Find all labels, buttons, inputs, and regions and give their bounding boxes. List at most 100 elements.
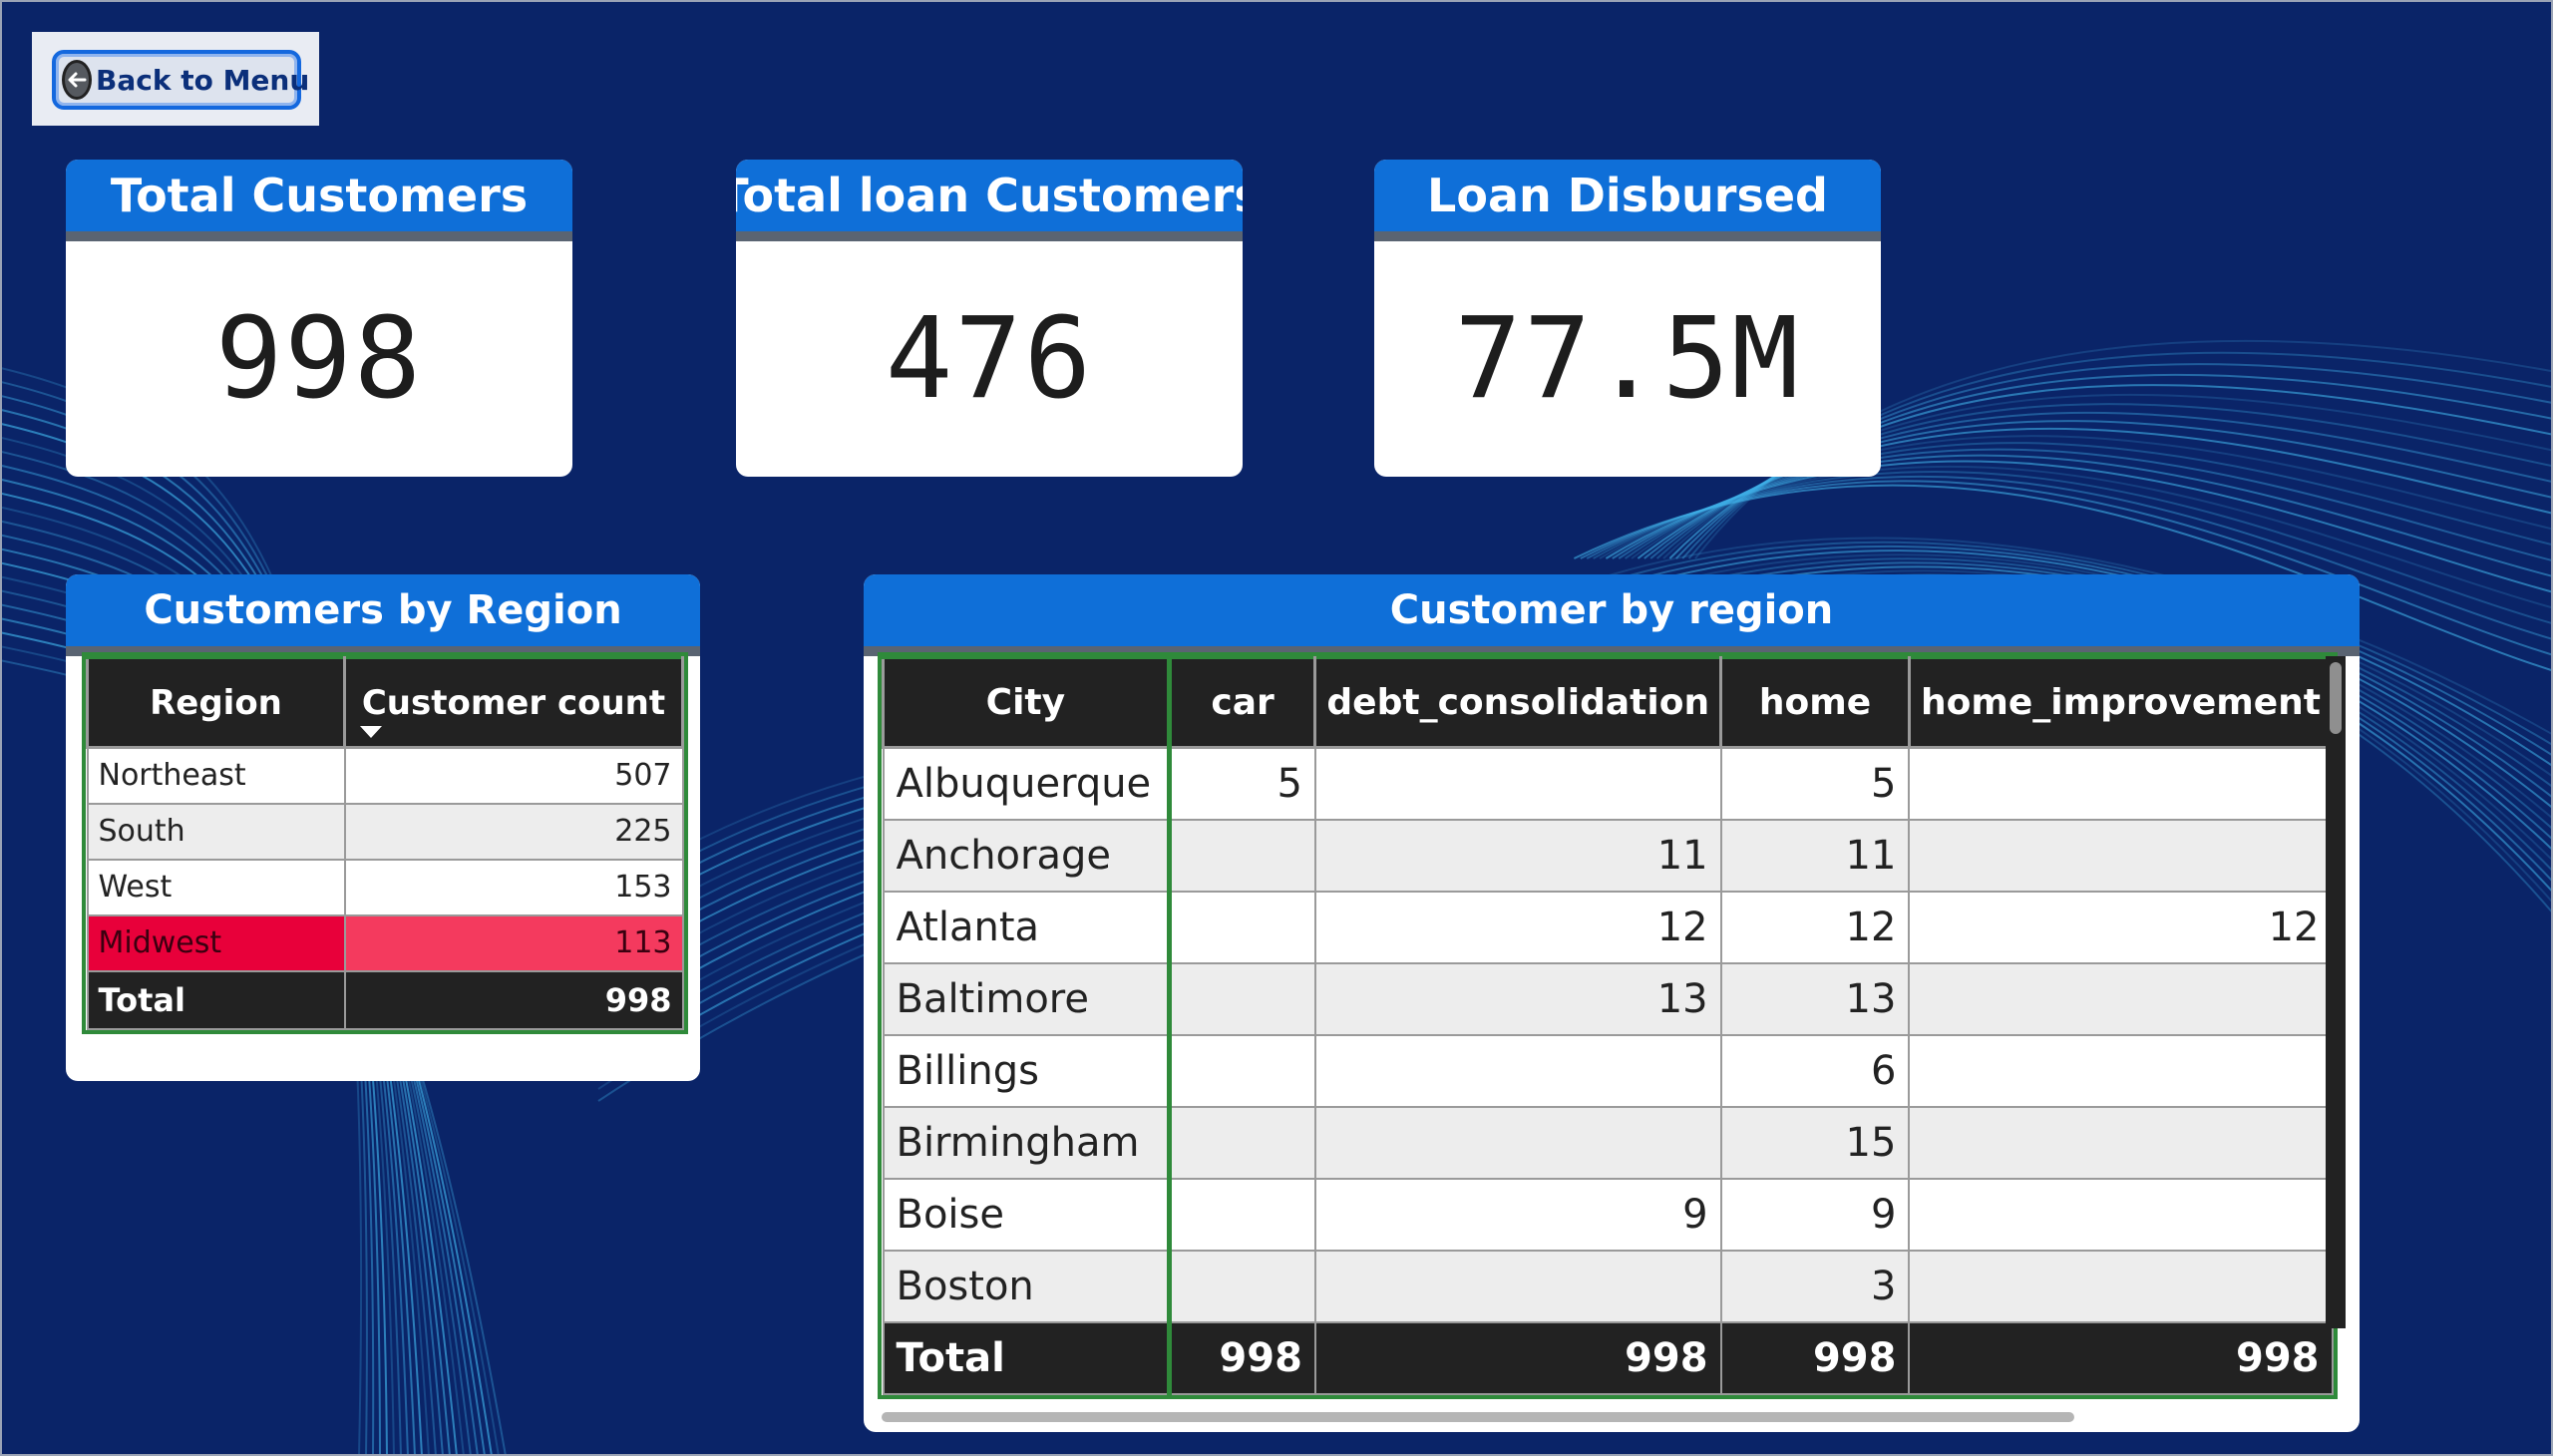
column-header-home[interactable]: home (1719, 656, 1911, 749)
panel-title: Customer by region (864, 574, 2360, 656)
kpi-title: Loan Disbursed (1374, 160, 1881, 241)
table-row[interactable]: Billings 6 (882, 1033, 2334, 1108)
city-cell: Albuquerque (882, 746, 1172, 821)
city-cell: Atlanta (882, 890, 1172, 964)
car-cell: 5 (1168, 746, 1316, 821)
table-row[interactable]: Baltimore 13 13 (882, 961, 2334, 1036)
total-value: 998 (1313, 1320, 1722, 1395)
debt-consolidation-cell: 13 (1313, 961, 1722, 1036)
car-cell (1168, 961, 1316, 1036)
total-value: 998 (1719, 1320, 1911, 1395)
car-cell (1168, 1033, 1316, 1108)
total-value: 998 (1908, 1320, 2334, 1395)
home-improvement-cell (1908, 1249, 2334, 1323)
debt-consolidation-cell (1313, 1105, 1722, 1180)
home-improvement-cell (1908, 1177, 2334, 1252)
city-cell: Birmingham (882, 1105, 1172, 1180)
sort-descending-icon (360, 726, 382, 738)
total-row: Total 998 998 998 998 (882, 1320, 2334, 1395)
table-row[interactable]: Anchorage 11 11 (882, 818, 2334, 893)
city-cell: Baltimore (882, 961, 1172, 1036)
kpi-value: 476 (885, 294, 1094, 424)
debt-consolidation-cell: 12 (1313, 890, 1722, 964)
car-cell (1168, 1177, 1316, 1252)
home-cell: 12 (1719, 890, 1911, 964)
region-table: Region Customer count Northeast 507 Sout… (82, 652, 688, 1034)
car-cell (1168, 890, 1316, 964)
count-cell: 113 (343, 913, 684, 972)
total-row: Total 998 (86, 969, 684, 1030)
column-header-customer-count[interactable]: Customer count (343, 656, 684, 749)
car-cell (1168, 1249, 1316, 1323)
city-cell: Anchorage (882, 818, 1172, 893)
debt-consolidation-cell (1313, 1249, 1722, 1323)
home-cell: 13 (1719, 961, 1911, 1036)
vertical-scrollbar[interactable] (2326, 656, 2346, 1328)
count-cell: 153 (343, 858, 684, 916)
table-row-selected[interactable]: Midwest 113 (86, 913, 684, 972)
kpi-card-total-loan-customers: Total loan Customers 476 (736, 160, 1243, 477)
horizontal-scrollbar[interactable] (882, 1410, 2334, 1424)
home-improvement-cell (1908, 961, 2334, 1036)
table-row[interactable]: Albuquerque 5 5 (882, 746, 2334, 821)
column-header-label: Customer count (361, 682, 666, 723)
home-improvement-cell (1908, 1105, 2334, 1180)
home-cell: 15 (1719, 1105, 1911, 1180)
table-row[interactable]: Northeast 507 (86, 746, 684, 805)
debt-consolidation-cell (1313, 746, 1722, 821)
table-row[interactable]: Birmingham 15 (882, 1105, 2334, 1180)
back-button-container: Back to Menu (32, 32, 319, 126)
car-cell (1168, 1105, 1316, 1180)
home-cell: 3 (1719, 1249, 1911, 1323)
table-row[interactable]: Atlanta 12 12 12 (882, 890, 2334, 964)
customer-by-city-panel: Customer by region City car debt_consoli… (864, 574, 2360, 1432)
column-header-debt-consolidation[interactable]: debt_consolidation (1313, 656, 1723, 749)
debt-consolidation-cell (1313, 1033, 1722, 1108)
kpi-value: 998 (214, 294, 424, 424)
home-cell: 6 (1719, 1033, 1911, 1108)
scrollbar-thumb[interactable] (2330, 662, 2342, 734)
count-cell: 225 (343, 802, 684, 861)
back-to-menu-label: Back to Menu (96, 63, 310, 97)
column-header-car[interactable]: car (1167, 656, 1317, 749)
table-row[interactable]: Boise 9 9 (882, 1177, 2334, 1252)
kpi-card-loan-disbursed: Loan Disbursed 77.5M (1374, 160, 1881, 477)
column-header-city[interactable]: City (882, 656, 1172, 749)
debt-consolidation-cell: 9 (1313, 1177, 1722, 1252)
city-cell: Boston (882, 1249, 1172, 1323)
region-cell: Northeast (86, 746, 346, 805)
home-cell: 11 (1719, 818, 1911, 893)
total-count: 998 (343, 969, 684, 1030)
table-row[interactable]: West 153 (86, 858, 684, 916)
table-row[interactable]: South 225 (86, 802, 684, 861)
debt-consolidation-cell: 11 (1313, 818, 1722, 893)
back-to-menu-button[interactable]: Back to Menu (52, 50, 309, 110)
kpi-title: Total loan Customers (736, 160, 1243, 241)
panel-title: Customers by Region (66, 574, 700, 656)
column-header-home-improvement[interactable]: home_improvement (1907, 656, 2335, 749)
kpi-value: 77.5M (1454, 294, 1801, 424)
total-label: Total (882, 1320, 1172, 1395)
table-row[interactable]: Boston 3 (882, 1249, 2334, 1323)
column-header-region[interactable]: Region (86, 656, 346, 749)
home-improvement-cell (1908, 818, 2334, 893)
city-cell: Boise (882, 1177, 1172, 1252)
total-value: 998 (1168, 1320, 1316, 1395)
city-cell: Billings (882, 1033, 1172, 1108)
total-label: Total (86, 969, 346, 1030)
arrow-left-circle-icon (62, 60, 92, 100)
count-cell: 507 (343, 746, 684, 805)
home-improvement-cell: 12 (1908, 890, 2334, 964)
home-improvement-cell (1908, 1033, 2334, 1108)
region-cell: South (86, 802, 346, 861)
region-cell: West (86, 858, 346, 916)
city-table: City car debt_consolidation home home_im… (878, 652, 2338, 1399)
home-cell: 5 (1719, 746, 1911, 821)
kpi-title: Total Customers (66, 160, 572, 241)
customers-by-region-panel: Customers by Region Region Customer coun… (66, 574, 700, 1081)
home-improvement-cell (1908, 746, 2334, 821)
home-cell: 9 (1719, 1177, 1911, 1252)
region-cell: Midwest (86, 913, 346, 972)
scrollbar-thumb[interactable] (882, 1412, 2074, 1422)
car-cell (1168, 818, 1316, 893)
